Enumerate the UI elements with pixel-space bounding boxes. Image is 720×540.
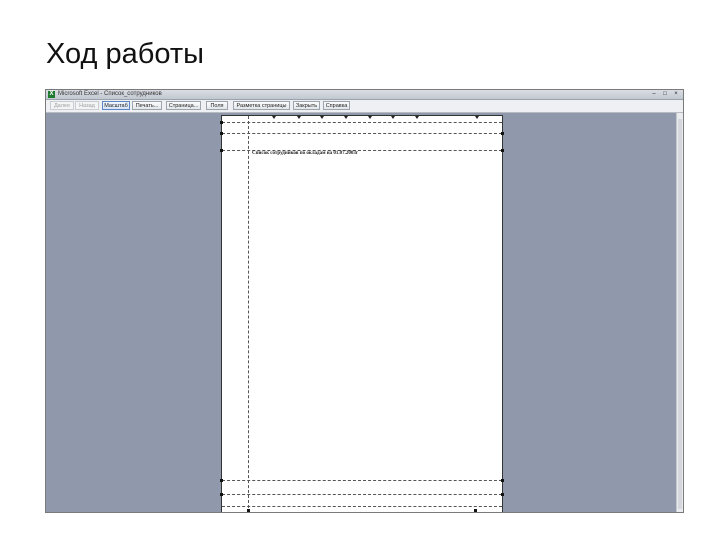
margin-handle[interactable] xyxy=(501,149,504,152)
header-bottom-guide[interactable] xyxy=(222,133,502,134)
footer-top-guide[interactable] xyxy=(222,494,502,495)
margin-handle[interactable] xyxy=(247,509,250,512)
column-marker[interactable] xyxy=(391,116,395,119)
column-marker[interactable] xyxy=(344,116,348,119)
previous-button[interactable]: Назад xyxy=(75,101,99,110)
page-heading: Список сотрудников по окладам на 01.07.2… xyxy=(252,151,359,156)
margin-handle[interactable] xyxy=(220,121,223,124)
footer-margin-guide[interactable] xyxy=(222,506,502,507)
header-margin-guide[interactable] xyxy=(222,122,502,123)
column-marker[interactable] xyxy=(297,116,301,119)
slide-title: Ход работы xyxy=(46,38,204,70)
page-break-preview-button[interactable]: Разметка страницы xyxy=(233,101,290,110)
bottom-margin-guide[interactable] xyxy=(222,480,502,481)
column-marker[interactable] xyxy=(272,116,276,119)
margin-handle[interactable] xyxy=(501,132,504,135)
scrollbar-thumb[interactable] xyxy=(678,119,682,509)
column-marker[interactable] xyxy=(415,116,419,119)
left-margin-guide[interactable] xyxy=(248,116,249,512)
page-setup-button[interactable]: Страница... xyxy=(166,101,201,110)
margin-handle[interactable] xyxy=(220,149,223,152)
maximize-button[interactable]: □ xyxy=(660,91,670,97)
column-marker[interactable] xyxy=(368,116,372,119)
margin-handle[interactable] xyxy=(220,479,223,482)
margin-handle[interactable] xyxy=(474,509,477,512)
help-button[interactable]: Справка xyxy=(323,101,350,110)
vertical-scrollbar[interactable] xyxy=(676,113,683,512)
margins-button[interactable]: Поля xyxy=(206,101,228,110)
excel-icon: X xyxy=(48,91,55,98)
excel-print-preview-window: X Microsoft Excel - Список_сотрудников –… xyxy=(45,89,684,513)
margin-handle[interactable] xyxy=(501,493,504,496)
close-window-button[interactable]: × xyxy=(671,91,681,97)
preview-page: Список сотрудников по окладам на 01.07.2… xyxy=(220,115,504,512)
margin-handle[interactable] xyxy=(501,479,504,482)
print-button[interactable]: Печать... xyxy=(132,101,162,110)
window-titlebar: X Microsoft Excel - Список_сотрудников –… xyxy=(46,90,683,100)
window-title: Microsoft Excel - Список_сотрудников xyxy=(58,91,162,97)
margin-handle[interactable] xyxy=(220,132,223,135)
minimize-button[interactable]: – xyxy=(649,91,659,97)
column-marker[interactable] xyxy=(475,116,479,119)
column-marker[interactable] xyxy=(320,116,324,119)
print-preview-toolbar: Далее Назад Масштаб Печать... Страница..… xyxy=(46,100,683,113)
next-button[interactable]: Далее xyxy=(50,101,74,110)
close-preview-button[interactable]: Закрыть xyxy=(293,101,320,110)
zoom-button[interactable]: Масштаб xyxy=(102,101,130,110)
margin-handle[interactable] xyxy=(220,493,223,496)
